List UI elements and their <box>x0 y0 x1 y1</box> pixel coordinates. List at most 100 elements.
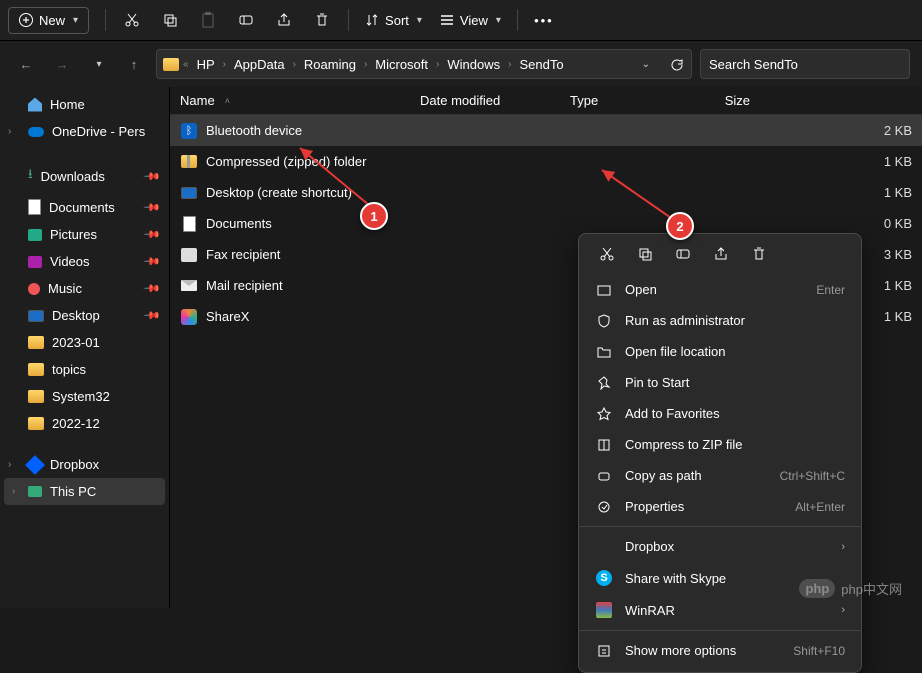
sidebar-folder[interactable]: System32 <box>0 383 169 410</box>
ctx-run-admin[interactable]: Run as administrator <box>579 305 861 336</box>
sidebar-music[interactable]: Music📌 <box>0 275 169 302</box>
column-type[interactable]: Type <box>570 93 680 108</box>
more-button[interactable]: ••• <box>526 4 562 36</box>
sidebar-downloads[interactable]: ⭳Downloads📌 <box>0 159 169 193</box>
forward-button[interactable]: → <box>48 50 76 78</box>
recent-button[interactable]: ▾ <box>84 50 112 78</box>
breadcrumb-segment[interactable]: Windows <box>443 55 504 74</box>
videos-icon <box>28 256 42 268</box>
pin-icon: 📌 <box>143 252 162 271</box>
breadcrumb[interactable]: « HP› AppData› Roaming› Microsoft› Windo… <box>156 49 692 79</box>
file-row[interactable]: Desktop (create shortcut)1 KB <box>170 177 922 208</box>
separator <box>105 9 106 31</box>
folder-icon <box>28 417 44 430</box>
sidebar-desktop[interactable]: Desktop📌 <box>0 302 169 329</box>
new-button[interactable]: New ▾ <box>8 7 89 34</box>
desktop-icon <box>181 187 197 199</box>
column-size[interactable]: Size <box>680 93 750 108</box>
copy-button[interactable] <box>152 4 188 36</box>
view-button[interactable]: View ▾ <box>432 9 509 32</box>
paste-button[interactable] <box>190 4 226 36</box>
sidebar-pictures[interactable]: Pictures📌 <box>0 221 169 248</box>
toolbar: New ▾ Sort ▾ View ▾ ••• <box>0 0 922 41</box>
sidebar-thispc[interactable]: ›This PC <box>4 478 165 505</box>
copy-button[interactable] <box>635 244 655 264</box>
rename-button[interactable] <box>673 244 693 264</box>
chevron-down-icon: ▾ <box>417 15 422 26</box>
sharex-icon <box>181 309 197 325</box>
navigation-pane: Home ›OneDrive - Pers ⭳Downloads📌 Docume… <box>0 87 170 608</box>
breadcrumb-segment[interactable]: HP <box>193 55 219 74</box>
sidebar-folder[interactable]: 2023-01 <box>0 329 169 356</box>
document-icon <box>183 216 196 232</box>
chevron-icon: « <box>183 59 189 70</box>
chevron-down-icon: ▾ <box>73 15 78 26</box>
sidebar-videos[interactable]: Videos📌 <box>0 248 169 275</box>
ctx-compress[interactable]: Compress to ZIP file <box>579 429 861 460</box>
mail-icon <box>181 280 197 291</box>
up-button[interactable]: ↑ <box>120 50 148 78</box>
separator <box>579 526 861 527</box>
annotation-callout-1: 1 <box>360 202 388 230</box>
ctx-pin[interactable]: Pin to Start <box>579 367 861 398</box>
ctx-show-more[interactable]: Show more optionsShift+F10 <box>579 635 861 666</box>
back-button[interactable]: ← <box>12 50 40 78</box>
ctx-winrar[interactable]: WinRAR› <box>579 594 861 626</box>
chevron-right-icon: › <box>841 604 845 616</box>
breadcrumb-segment[interactable]: SendTo <box>515 55 567 74</box>
home-icon <box>28 98 42 112</box>
watermark: phpphp中文网 <box>799 579 902 598</box>
delete-button[interactable] <box>749 244 769 264</box>
refresh-button[interactable] <box>670 57 685 72</box>
sidebar-documents[interactable]: Documents📌 <box>0 193 169 221</box>
cut-button[interactable] <box>114 4 150 36</box>
sort-button[interactable]: Sort ▾ <box>357 9 430 32</box>
pc-icon <box>28 486 42 497</box>
search-placeholder: Search SendTo <box>709 57 798 72</box>
sidebar-dropbox[interactable]: ›Dropbox <box>0 451 169 478</box>
ctx-open[interactable]: OpenEnter <box>579 274 861 305</box>
rename-button[interactable] <box>228 4 264 36</box>
delete-button[interactable] <box>304 4 340 36</box>
sort-icon <box>365 13 379 27</box>
new-label: New <box>39 13 65 28</box>
chevron-down-icon[interactable]: ⌄ <box>642 59 650 70</box>
ctx-dropbox[interactable]: Dropbox› <box>579 531 861 562</box>
context-quick-actions <box>579 234 861 274</box>
ctx-open-location[interactable]: Open file location <box>579 336 861 367</box>
file-row[interactable]: Compressed (zipped) folder1 KB <box>170 146 922 177</box>
pictures-icon <box>28 229 42 241</box>
music-icon <box>28 283 40 295</box>
shield-icon <box>595 314 613 328</box>
sidebar-home[interactable]: Home <box>0 91 169 118</box>
search-input[interactable]: Search SendTo <box>700 49 910 79</box>
path-icon <box>595 469 613 483</box>
file-row[interactable]: ᛒBluetooth device2 KB <box>170 115 922 146</box>
sidebar-folder[interactable]: topics <box>0 356 169 383</box>
ctx-favorites[interactable]: Add to Favorites <box>579 398 861 429</box>
breadcrumb-segment[interactable]: Microsoft <box>371 55 432 74</box>
sidebar-onedrive[interactable]: ›OneDrive - Pers <box>0 118 169 145</box>
star-icon <box>595 407 613 421</box>
separator <box>517 9 518 31</box>
breadcrumb-segment[interactable]: AppData <box>230 55 289 74</box>
plus-icon <box>19 13 33 27</box>
zip-icon <box>181 155 197 168</box>
document-icon <box>28 199 41 215</box>
column-date[interactable]: Date modified <box>420 93 570 108</box>
ctx-copy-path[interactable]: Copy as pathCtrl+Shift+C <box>579 460 861 491</box>
share-button[interactable] <box>711 244 731 264</box>
chevron-right-icon: › <box>8 126 11 137</box>
column-name[interactable]: Name˄ <box>180 93 420 108</box>
winrar-icon <box>596 602 612 618</box>
breadcrumb-segment[interactable]: Roaming <box>300 55 360 74</box>
separator <box>348 9 349 31</box>
view-icon <box>440 14 454 26</box>
share-button[interactable] <box>266 4 302 36</box>
folder-icon <box>163 58 179 71</box>
ctx-properties[interactable]: PropertiesAlt+Enter <box>579 491 861 522</box>
sidebar-folder[interactable]: 2022-12 <box>0 410 169 437</box>
cut-button[interactable] <box>597 244 617 264</box>
address-bar-row: ← → ▾ ↑ « HP› AppData› Roaming› Microsof… <box>0 41 922 87</box>
folder-icon <box>28 363 44 376</box>
